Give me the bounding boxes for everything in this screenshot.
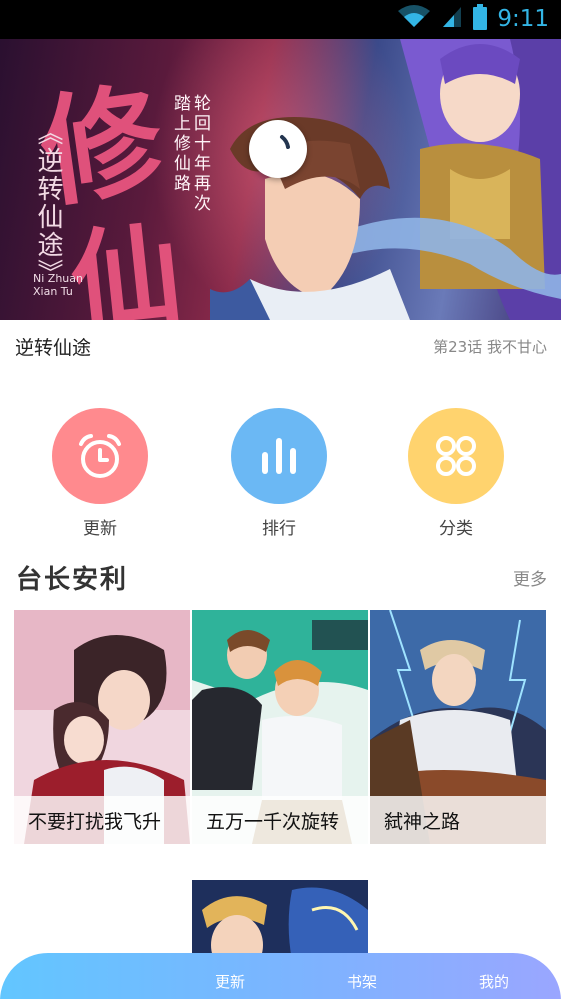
comic-card[interactable]: 不要打扰我飞升 [14,610,190,844]
signal-icon [441,5,463,33]
alarm-clock-icon [52,408,148,504]
quick-nav-category[interactable]: 分类 [401,408,511,539]
quick-nav: 更新 排行 分类 [0,408,561,544]
bottom-nav-profile[interactable]: 我的 [479,971,509,992]
status-icons: 9:11 [397,4,549,34]
status-bar: 9:11 [0,0,561,39]
quick-nav-updates[interactable]: 更新 [45,408,155,539]
featured-episode: 第23话 我不甘心 [433,337,547,356]
banner-illustration [210,39,561,320]
comic-card-title: 弑神之路 [370,796,546,844]
quick-nav-label-ranking: 排行 [262,519,296,539]
bottom-nav: 更新 书架 我的 [0,953,561,999]
section-header: 台长安利 更多 [0,553,561,601]
banner-pinyin: Ni Zhuan Xian Tu [33,272,83,298]
status-time: 9:11 [497,6,549,32]
comic-card-title: 五万一千次旋转 [192,796,368,844]
quick-nav-ranking[interactable]: 排行 [224,408,334,539]
battery-icon [473,4,488,34]
quick-nav-label-category: 分类 [439,519,473,539]
comic-card[interactable]: 弑神之路 [370,610,546,844]
featured-title: 逆转仙途 [15,336,92,359]
loading-spinner [249,120,307,178]
quick-nav-label-updates: 更新 [83,519,117,539]
comic-card[interactable]: 五万一千次旋转 [192,610,368,844]
bottom-nav-bookshelf[interactable]: 书架 [347,971,377,992]
bar-chart-icon [231,408,327,504]
section-more-link[interactable]: 更多 [513,565,547,590]
banner-big-char-2: 仙 [64,208,188,320]
section-title: 台长安利 [16,564,129,595]
comic-card-title: 不要打扰我飞升 [14,796,190,844]
banner-vertical-title: 《逆转仙途》 [33,119,63,287]
featured-info-row[interactable]: 逆转仙途 第23话 我不甘心 [0,320,561,372]
featured-banner[interactable]: 修 仙 《逆转仙途》 踏上修仙路 轮回十年再次 Ni Zhuan Xian Tu [0,39,561,320]
app-screen: 9:11 修 仙 《逆转仙途》 踏上修仙路 轮回十年再次 Ni Zhuan Xi… [0,0,561,999]
bottom-nav-updates[interactable]: 更新 [215,971,245,992]
wifi-icon [397,5,431,33]
grid-circles-icon [408,408,504,504]
